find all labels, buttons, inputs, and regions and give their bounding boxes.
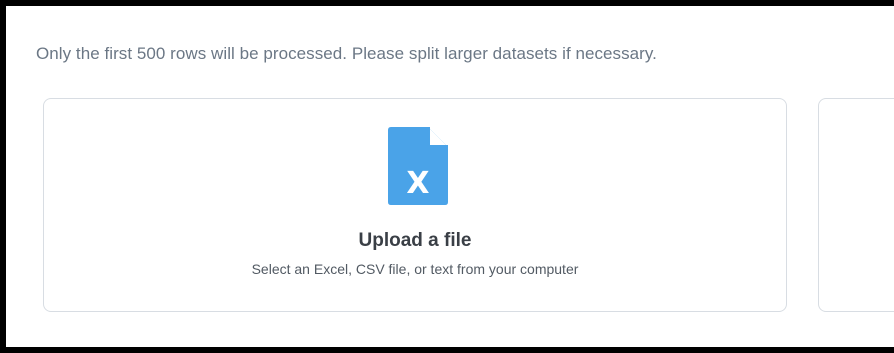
row-limit-notice: Only the first 500 rows will be processe…: [36, 44, 657, 63]
upload-file-card[interactable]: X Upload a file Select an Excel, CSV fil…: [43, 98, 787, 312]
excel-file-icon-letter: X: [406, 166, 429, 201]
secondary-option-card[interactable]: [818, 98, 894, 312]
upload-panel: Only the first 500 rows will be processe…: [0, 0, 894, 353]
upload-card-subtitle: Select an Excel, CSV file, or text from …: [251, 261, 579, 277]
upload-card-title: Upload a file: [358, 230, 472, 251]
excel-file-icon: X: [388, 127, 448, 205]
